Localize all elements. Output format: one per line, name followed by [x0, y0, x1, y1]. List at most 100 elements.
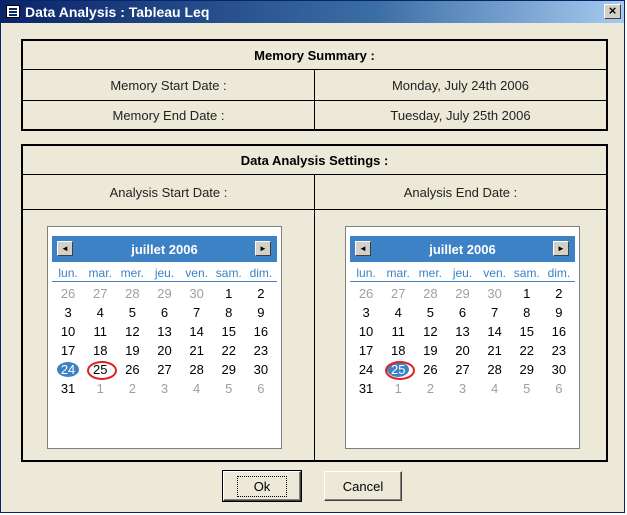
day-cell[interactable]: 11: [84, 322, 116, 341]
close-button[interactable]: ×: [604, 4, 621, 19]
previous-month-button[interactable]: ◄: [355, 241, 371, 256]
day-cell[interactable]: 24: [350, 360, 382, 379]
day-cell[interactable]: 27: [382, 284, 414, 303]
day-cell[interactable]: 26: [52, 284, 84, 303]
day-cell[interactable]: 9: [543, 303, 575, 322]
day-cell[interactable]: 11: [382, 322, 414, 341]
day-cell[interactable]: 30: [245, 360, 277, 379]
day-cell[interactable]: 16: [245, 322, 277, 341]
day-cell[interactable]: 27: [148, 360, 180, 379]
day-number: 25: [390, 362, 406, 377]
next-month-button[interactable]: ►: [255, 241, 271, 256]
day-cell[interactable]: 20: [148, 341, 180, 360]
day-cell[interactable]: 4: [181, 379, 213, 398]
day-cell[interactable]: 8: [213, 303, 245, 322]
day-cell[interactable]: 6: [245, 379, 277, 398]
analysis-end-label: Analysis End Date :: [403, 184, 518, 200]
day-cell[interactable]: 3: [148, 379, 180, 398]
day-cell[interactable]: 18: [382, 341, 414, 360]
day-cell[interactable]: 1: [382, 379, 414, 398]
day-cell[interactable]: 9: [245, 303, 277, 322]
day-cell[interactable]: 6: [148, 303, 180, 322]
day-cell[interactable]: 28: [414, 284, 446, 303]
day-cell[interactable]: 16: [543, 322, 575, 341]
day-cell[interactable]: 23: [245, 341, 277, 360]
cancel-button[interactable]: Cancel: [324, 471, 402, 501]
day-number: 17: [60, 343, 76, 358]
day-cell[interactable]: 3: [446, 379, 478, 398]
next-month-button[interactable]: ►: [553, 241, 569, 256]
day-cell[interactable]: 17: [350, 341, 382, 360]
day-cell[interactable]: 29: [446, 284, 478, 303]
day-cell[interactable]: 12: [414, 322, 446, 341]
day-cell[interactable]: 15: [213, 322, 245, 341]
ok-button[interactable]: Ok: [222, 470, 302, 502]
day-cell[interactable]: 28: [116, 284, 148, 303]
day-cell[interactable]: 4: [382, 303, 414, 322]
day-cell[interactable]: 10: [350, 322, 382, 341]
day-cell[interactable]: 1: [84, 379, 116, 398]
day-number: 18: [390, 343, 406, 358]
day-cell[interactable]: 13: [446, 322, 478, 341]
day-cell[interactable]: 4: [479, 379, 511, 398]
day-cell[interactable]: 14: [181, 322, 213, 341]
day-cell[interactable]: 30: [543, 360, 575, 379]
day-cell[interactable]: 26: [414, 360, 446, 379]
day-cell[interactable]: 29: [511, 360, 543, 379]
day-cell[interactable]: 3: [52, 303, 84, 322]
day-cell[interactable]: 19: [414, 341, 446, 360]
day-number: 16: [551, 324, 567, 339]
day-cell[interactable]: 26: [350, 284, 382, 303]
day-cell[interactable]: 8: [511, 303, 543, 322]
day-cell[interactable]: 5: [116, 303, 148, 322]
day-cell[interactable]: 27: [84, 284, 116, 303]
title-bar[interactable]: Data Analysis : Tableau Leq ×: [1, 1, 624, 23]
day-cell[interactable]: 5: [414, 303, 446, 322]
day-cell[interactable]: 6: [543, 379, 575, 398]
memory-summary-header: Memory Summary :: [23, 41, 606, 70]
day-cell[interactable]: 30: [479, 284, 511, 303]
day-cell[interactable]: 27: [446, 360, 478, 379]
day-cell[interactable]: 1: [511, 284, 543, 303]
day-cell[interactable]: 28: [181, 360, 213, 379]
day-cell[interactable]: 2: [414, 379, 446, 398]
day-cell[interactable]: 31: [52, 379, 84, 398]
day-cell[interactable]: 2: [245, 284, 277, 303]
day-cell[interactable]: 2: [116, 379, 148, 398]
day-cell[interactable]: 31: [350, 379, 382, 398]
day-cell[interactable]: 25: [84, 360, 118, 380]
day-number: 20: [455, 343, 470, 358]
day-cell[interactable]: 4: [84, 303, 116, 322]
day-cell[interactable]: 29: [148, 284, 180, 303]
day-number: 9: [257, 305, 265, 320]
day-cell[interactable]: 28: [479, 360, 511, 379]
day-cell[interactable]: 23: [543, 341, 575, 360]
day-cell[interactable]: 26: [116, 360, 148, 379]
previous-month-button[interactable]: ◄: [57, 241, 73, 256]
day-cell[interactable]: 7: [181, 303, 213, 322]
day-cell[interactable]: 17: [52, 341, 84, 360]
day-cell[interactable]: 1: [213, 284, 245, 303]
day-cell[interactable]: 6: [446, 303, 478, 322]
day-cell[interactable]: 3: [350, 303, 382, 322]
day-cell[interactable]: 21: [181, 341, 213, 360]
day-cell[interactable]: 20: [446, 341, 478, 360]
day-cell[interactable]: 22: [511, 341, 543, 360]
day-cell[interactable]: 5: [511, 379, 543, 398]
day-cell[interactable]: 5: [213, 379, 245, 398]
day-cell[interactable]: 12: [116, 322, 148, 341]
day-cell[interactable]: 18: [84, 341, 116, 360]
day-cell[interactable]: 21: [479, 341, 511, 360]
day-cell[interactable]: 7: [479, 303, 511, 322]
day-cell[interactable]: 24: [52, 360, 84, 379]
day-cell[interactable]: 29: [213, 360, 245, 379]
day-cell[interactable]: 14: [479, 322, 511, 341]
day-cell[interactable]: 30: [181, 284, 213, 303]
day-cell[interactable]: 25: [382, 360, 416, 380]
day-cell[interactable]: 15: [511, 322, 543, 341]
day-cell[interactable]: 13: [148, 322, 180, 341]
day-cell[interactable]: 2: [543, 284, 575, 303]
day-cell[interactable]: 22: [213, 341, 245, 360]
day-cell[interactable]: 10: [52, 322, 84, 341]
day-cell[interactable]: 19: [116, 341, 148, 360]
